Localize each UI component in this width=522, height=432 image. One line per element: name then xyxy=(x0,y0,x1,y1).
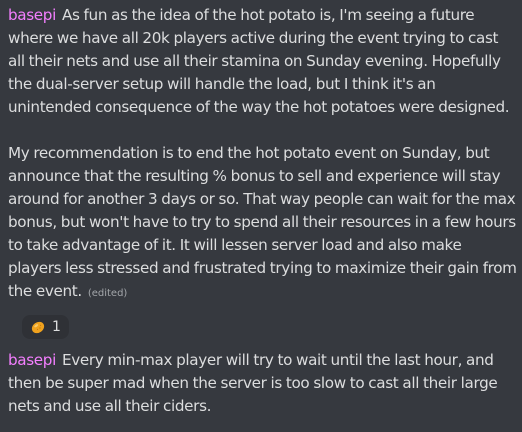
author-name[interactable]: basepi xyxy=(8,351,56,369)
potato-emoji-icon xyxy=(30,319,46,335)
message-text: Every min-max player will try to wait un… xyxy=(8,351,498,415)
author-name[interactable]: basepi xyxy=(8,6,56,24)
message-text: As fun as the idea of the hot potato is,… xyxy=(8,6,510,116)
chat-messages: basepi As fun as the idea of the hot pota… xyxy=(0,0,522,432)
reaction-count: 1 xyxy=(52,319,61,335)
reaction-button[interactable]: 1 xyxy=(22,315,69,339)
message: basepi As fun as the idea of the hot pota… xyxy=(8,4,518,305)
message-text: My recommendation is to end the hot pota… xyxy=(8,144,517,300)
message: basepi Every min-max player will try to w… xyxy=(8,349,518,418)
message-paragraph: basepi As fun as the idea of the hot pota… xyxy=(8,4,518,119)
message-paragraph: basepi Every min-max player will try to w… xyxy=(8,349,518,418)
edited-label: (edited) xyxy=(87,288,128,299)
message-paragraph: My recommendation is to end the hot pota… xyxy=(8,142,518,305)
